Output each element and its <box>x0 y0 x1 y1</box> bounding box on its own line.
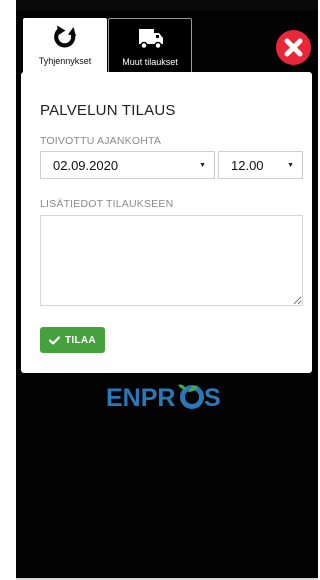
date-value: 02.09.2020 <box>53 158 119 173</box>
order-button-label: TILAA <box>65 334 96 346</box>
tab-muut-tilaukset[interactable]: Muut tilaukset <box>108 18 192 73</box>
logo-text-right: S <box>204 384 221 412</box>
check-icon <box>49 335 61 345</box>
logo-text-left: ENPR <box>106 384 175 412</box>
close-button[interactable] <box>276 30 311 65</box>
caret-down-icon: ▼ <box>199 162 206 169</box>
hour-select[interactable]: 12.00 ▼ <box>218 151 303 179</box>
truck-icon <box>109 25 191 51</box>
enpros-logo: ENPR S <box>106 384 221 412</box>
tab-label: Muut tilaukset <box>122 57 178 67</box>
desired-time-label: TOIVOTTU AJANKOHTA <box>40 135 162 147</box>
tab-label: Tyhjennykset <box>38 56 92 66</box>
tab-tyhjennykset[interactable]: Tyhjennykset <box>23 18 107 73</box>
recycle-icon <box>23 24 107 50</box>
date-select[interactable]: 02.09.2020 ▼ <box>40 151 215 179</box>
logo-o-mark <box>178 384 204 409</box>
status-bar <box>16 0 318 10</box>
caret-down-icon: ▼ <box>287 162 294 169</box>
form-title: PALVELUN TILAUS <box>40 102 176 119</box>
hour-value: 12.00 <box>231 158 264 173</box>
app-screen: Tyhjennykset Muut tilaukset PALVELUN TIL… <box>16 0 318 578</box>
additional-info-label: LISÄTIEDOT TILAUKSEEN <box>40 198 174 210</box>
additional-info-textarea[interactable] <box>40 215 303 306</box>
order-form-card: PALVELUN TILAUS TOIVOTTU AJANKOHTA 02.09… <box>21 72 312 373</box>
order-button[interactable]: TILAA <box>40 327 105 353</box>
close-icon <box>284 38 303 57</box>
